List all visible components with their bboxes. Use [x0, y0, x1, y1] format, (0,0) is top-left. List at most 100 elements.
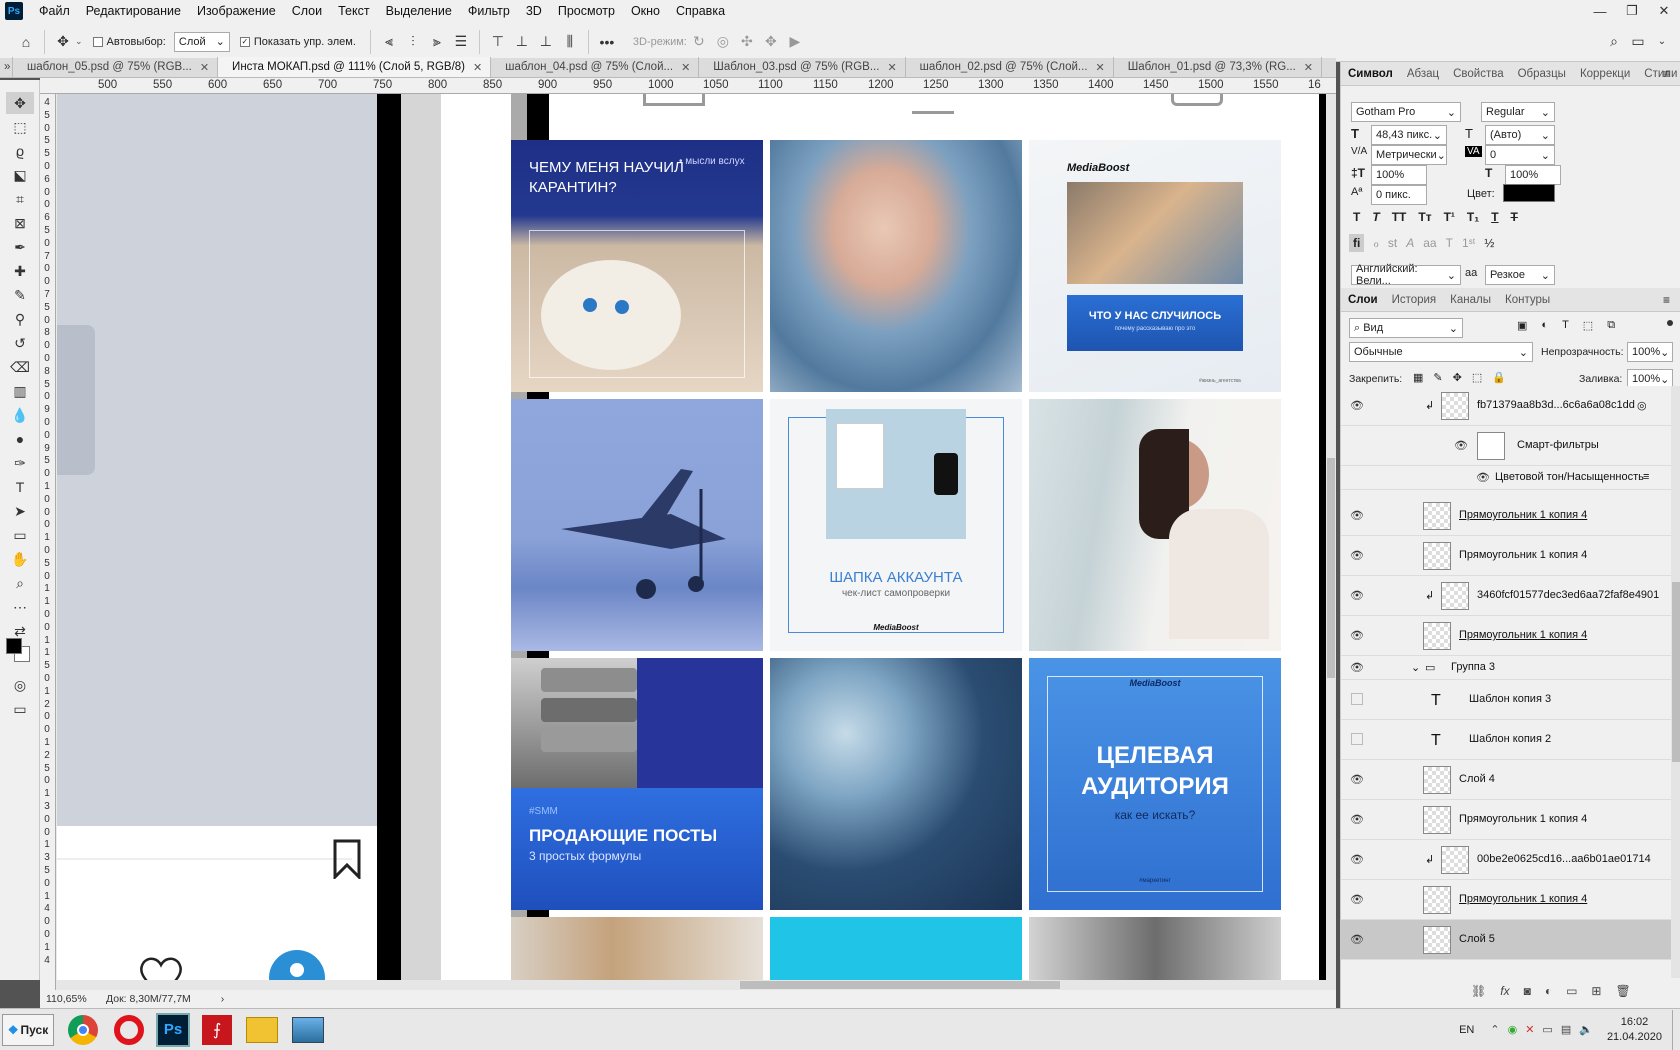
post-6[interactable] — [1029, 399, 1281, 651]
chevron-down-icon[interactable]: ⌄ — [1650, 30, 1674, 54]
layer-visibility-icon[interactable]: 👁 — [1349, 661, 1365, 674]
layer-visibility-icon[interactable]: 👁 — [1349, 589, 1365, 602]
menu-item[interactable]: Справка — [668, 4, 733, 18]
distribute-v-icon[interactable]: ⫼ — [558, 30, 582, 54]
layer-visibility-icon[interactable] — [1351, 693, 1363, 705]
layer-visibility-icon[interactable]: 👁 — [1349, 853, 1365, 866]
tray-network-icon[interactable]: ▤ — [1561, 1023, 1571, 1036]
align-left-icon[interactable]: ⫷ — [377, 30, 401, 54]
autoselect-target-select[interactable]: Слой ⌄ — [173, 31, 230, 52]
document-tab[interactable]: Шаблон_03.psd @ 75% (RGB... ✕ — [699, 57, 906, 77]
file-explorer-icon[interactable] — [246, 1016, 278, 1043]
history-brush-icon[interactable]: ↺ — [6, 332, 34, 354]
post-5[interactable]: ШАПКА АККАУНТА чек-лист самопроверки Med… — [770, 399, 1022, 651]
filter-toggle-icon[interactable] — [1667, 320, 1673, 326]
layer-visibility-icon[interactable]: 👁 — [1349, 399, 1365, 412]
status-arrow-icon[interactable]: › — [221, 993, 225, 1005]
chevron-down-icon[interactable]: ⌄ — [75, 36, 83, 47]
discretionary-ligatures-icon[interactable]: ℴ — [1373, 236, 1379, 250]
layer-row[interactable]: 👁 Прямоугольник 1 копия 4 — [1341, 536, 1671, 576]
subscript-icon[interactable]: T₁ — [1467, 210, 1479, 224]
layer-visibility-icon[interactable]: 👁 — [1349, 813, 1365, 826]
post-3[interactable]: MediaBoost ЧТО У НАС СЛУЧИЛОСЬ почему ра… — [1029, 140, 1281, 392]
more-options-icon[interactable]: ••• — [595, 30, 619, 54]
group-expand-icon[interactable]: ⌄ — [1411, 661, 1420, 674]
foreground-color-swatch[interactable] — [6, 638, 22, 654]
frame-tool-icon[interactable]: ⊠ — [6, 212, 34, 234]
post-4[interactable] — [511, 399, 763, 651]
document-tab[interactable]: шаблон_05.psd @ 75% (RGB... ✕ — [13, 57, 219, 77]
small-caps-icon[interactable]: Tт — [1418, 210, 1431, 224]
layer-visibility-icon[interactable]: 👁 — [1349, 893, 1365, 906]
more-tools-icon[interactable]: ⋯ — [6, 596, 34, 618]
layers-panel-menu-icon[interactable]: ≡ — [1663, 293, 1670, 307]
hand-tool-icon[interactable]: ✋ — [6, 548, 34, 570]
underline-icon[interactable]: T — [1491, 210, 1498, 224]
pan-3d-icon[interactable]: ✣ — [735, 30, 759, 54]
filter-item-visibility-icon[interactable]: 👁 — [1475, 471, 1491, 484]
post-7[interactable]: #SMM ПРОДАЮЩИЕ ПОСТЫ 3 простых формулы — [511, 658, 763, 910]
swash-icon[interactable]: A — [1406, 236, 1414, 250]
align-center-icon[interactable]: ⫶ — [401, 30, 425, 54]
document-tab[interactable]: Шаблон_01.psd @ 73,3% (RG... ✕ — [1114, 57, 1323, 77]
layer-row[interactable]: 👁 ↲ fb71379aa8b3d...6c6a6a08c1dd ◎ — [1341, 386, 1671, 426]
horizontal-scale-input[interactable]: 100% — [1505, 165, 1561, 185]
menu-item[interactable]: Окно — [623, 4, 668, 18]
delete-layer-icon[interactable]: 🗑 — [1615, 984, 1630, 998]
document-tab[interactable]: Инста МОКАП.psd @ 111% (Слой 5, RGB/8) ✕ — [218, 57, 492, 77]
show-desktop-button[interactable] — [1672, 1009, 1680, 1050]
text-color-swatch[interactable] — [1503, 184, 1555, 202]
minimize-icon[interactable]: — — [1584, 0, 1616, 22]
eyedropper-icon[interactable]: ✒ — [6, 236, 34, 258]
lock-position-icon[interactable]: ✥ — [1453, 371, 1462, 384]
layer-row[interactable]: 👁 Слой 5 — [1341, 920, 1671, 960]
slide-3d-icon[interactable]: ✥ — [759, 30, 783, 54]
close-tab-icon[interactable]: ✕ — [473, 61, 482, 74]
layer-row[interactable]: 👁 Прямоугольник 1 копия 4 — [1341, 800, 1671, 840]
stamp-tool-icon[interactable]: ⚲ — [6, 308, 34, 330]
filter-smart-icon[interactable]: ⧉ — [1607, 319, 1615, 332]
crop-tool-icon[interactable]: ⌗ — [6, 188, 34, 210]
post-8[interactable] — [770, 658, 1022, 910]
orbit-3d-icon[interactable]: ↻ — [687, 30, 711, 54]
layer-row[interactable]: T Шаблон копия 2 — [1341, 720, 1671, 760]
baseline-input[interactable]: 0 пикс. — [1371, 185, 1427, 205]
vertical-scroll-thumb[interactable] — [1327, 458, 1335, 678]
new-adjustment-icon[interactable]: ◐ — [1545, 984, 1552, 998]
restore-icon[interactable]: ❐ — [1616, 0, 1648, 22]
align-middle-icon[interactable]: ⊥ — [510, 30, 534, 54]
menu-item[interactable]: Фильтр — [460, 4, 518, 18]
menu-item[interactable]: 3D — [518, 4, 550, 18]
new-group-icon[interactable]: ▭ — [1566, 984, 1577, 998]
object-select-icon[interactable]: ⬕ — [6, 164, 34, 186]
menu-item[interactable]: Файл — [31, 4, 78, 18]
layer-row[interactable]: 👁 ≡ Цветовой тон/Насыщенность — [1341, 466, 1671, 490]
volume-icon[interactable]: 🔈 — [1579, 1023, 1593, 1036]
language-indicator[interactable]: EN — [1459, 1024, 1474, 1036]
document-tab[interactable]: шаблон_02.psd @ 75% (Слой... ✕ — [906, 57, 1114, 77]
zoom-level[interactable]: 110,65% — [46, 993, 87, 1005]
align-top-icon[interactable]: ⊤ — [486, 30, 510, 54]
font-size-select[interactable]: 48,43 пикс. ⌄ — [1371, 125, 1447, 145]
layer-visibility-icon[interactable]: 👁 — [1349, 629, 1365, 642]
superscript-icon[interactable]: T¹ — [1444, 210, 1455, 224]
healing-brush-icon[interactable]: ✚ — [6, 260, 34, 282]
layer-visibility-icon[interactable]: 👁 — [1349, 549, 1365, 562]
ligatures-icon[interactable]: fi — [1349, 234, 1365, 252]
autoselect-checkbox[interactable] — [92, 36, 103, 47]
panel-menu-icon[interactable]: ≡ — [1663, 67, 1670, 81]
move-tool-icon[interactable]: ✥ — [51, 30, 75, 54]
panel-tab[interactable]: Стили — [1637, 68, 1680, 80]
language-select[interactable]: Английский: Вели... ⌄ — [1351, 263, 1461, 287]
faux-italic-icon[interactable]: T — [1372, 210, 1379, 224]
layer-row[interactable]: 👁 Прямоугольник 1 копия 4 — [1341, 496, 1671, 536]
add-mask-icon[interactable]: ◙ — [1524, 984, 1531, 998]
move-tool-icon[interactable]: ✥ — [6, 92, 34, 114]
screen-mode-icon[interactable]: ▭ — [6, 698, 34, 720]
faux-bold-icon[interactable]: T — [1353, 210, 1360, 224]
pen-tool-icon[interactable]: ✑ — [6, 452, 34, 474]
close-tab-icon[interactable]: ✕ — [200, 61, 209, 74]
dodge-tool-icon[interactable]: ● — [6, 428, 34, 450]
panel-tab[interactable]: Свойства — [1446, 68, 1511, 80]
panel-tab[interactable]: Слои — [1341, 294, 1385, 306]
